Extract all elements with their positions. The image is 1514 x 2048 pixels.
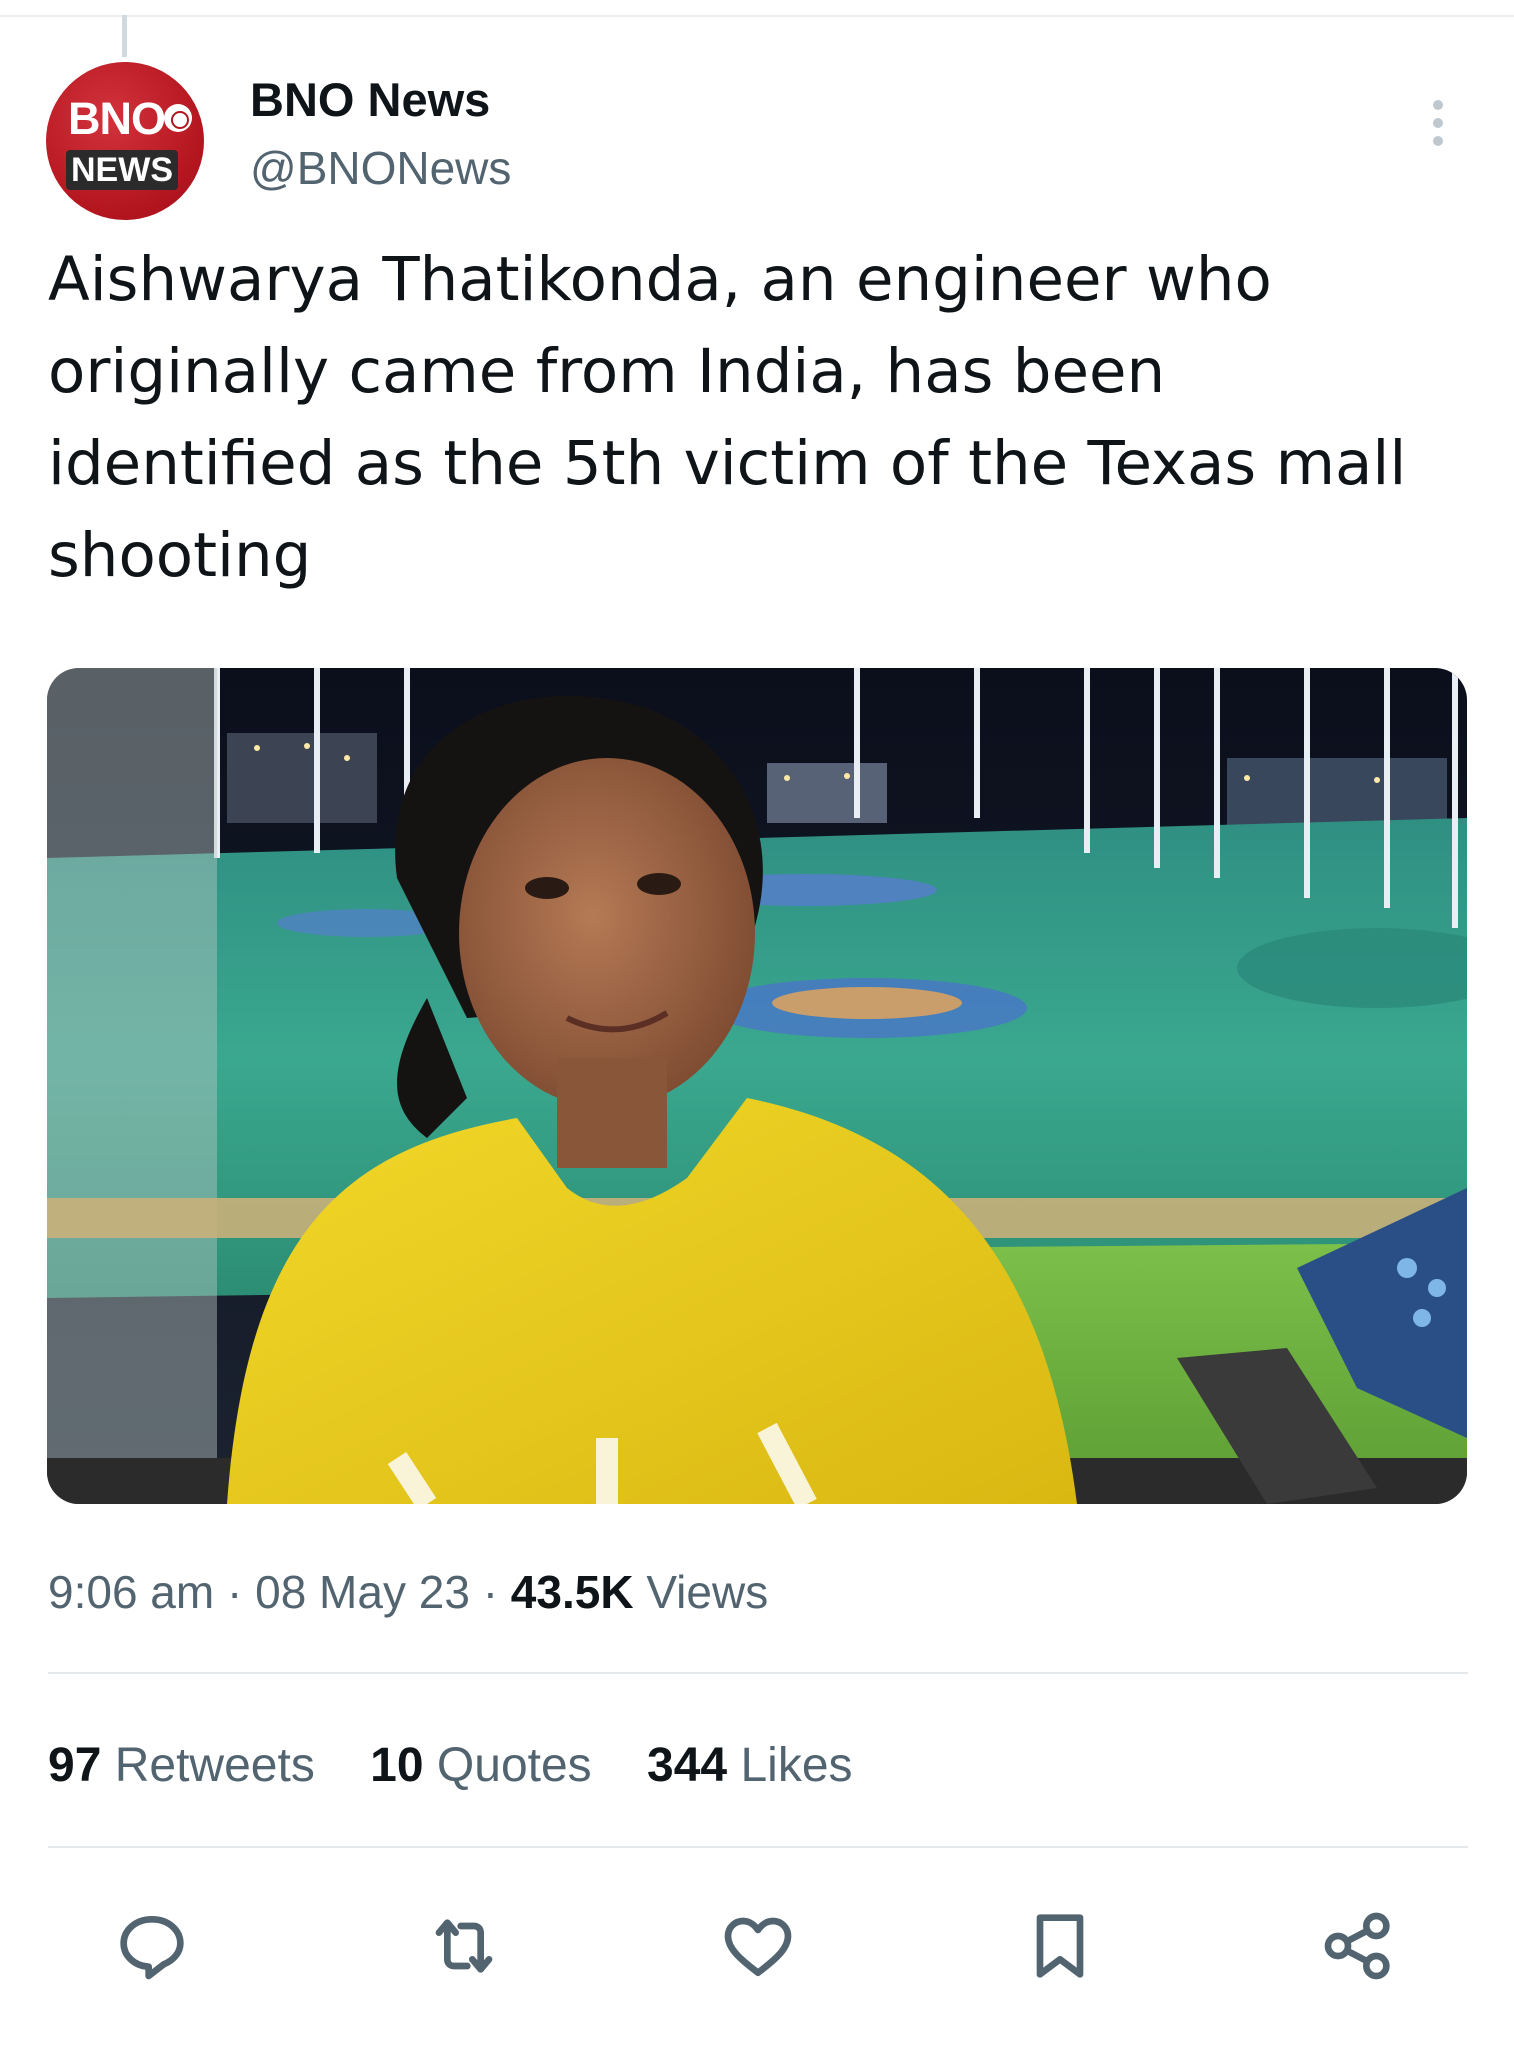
retweets-count: 97	[48, 1739, 102, 1792]
tweet-time[interactable]: 9:06 am	[48, 1566, 214, 1618]
retweets-stat[interactable]: 97 Retweets	[48, 1736, 315, 1796]
tweet-text-line: identified as the 5th victim of the Texa…	[48, 428, 1407, 499]
tweet-photo[interactable]	[47, 668, 1467, 1504]
engagement-stats: 97 Retweets 10 Quotes 344 Likes	[48, 1736, 895, 1796]
meta-separator: ·	[482, 1566, 499, 1618]
quotes-label: Quotes	[436, 1739, 592, 1792]
top-divider	[0, 15, 1514, 17]
tweet-text-line: Aishwarya Thatikonda, an engineer who	[48, 244, 1272, 315]
more-options-icon[interactable]	[1420, 96, 1456, 150]
tweet-text: Aishwarya Thatikonda, an engineer who or…	[48, 234, 1488, 602]
reply-icon	[120, 1916, 184, 1980]
thread-connector-line	[122, 15, 127, 57]
heart-icon	[724, 1917, 792, 1976]
divider	[48, 1846, 1468, 1848]
views-count: 43.5K	[510, 1566, 634, 1618]
avatar[interactable]: BNO NEWS	[46, 62, 204, 220]
tweet-text-line: shooting	[48, 520, 312, 591]
tweet-date[interactable]: 08 May 23	[255, 1566, 470, 1618]
divider	[48, 1672, 1468, 1674]
author-handle[interactable]: @BNONews	[250, 140, 511, 196]
photo-illustration	[47, 668, 1467, 1504]
retweet-icon	[435, 1919, 493, 1973]
bookmark-button[interactable]	[1020, 1906, 1100, 1986]
share-icon	[1324, 1912, 1390, 1980]
retweets-label: Retweets	[114, 1739, 315, 1792]
retweet-button[interactable]	[424, 1906, 504, 1986]
reply-button[interactable]	[112, 1906, 192, 1986]
avatar-logo-subtext: NEWS	[66, 150, 178, 190]
globe-icon	[164, 104, 192, 132]
tweet-text-line: originally came from India, has been	[48, 336, 1166, 407]
quotes-count: 10	[370, 1739, 424, 1792]
likes-count: 344	[647, 1739, 728, 1792]
likes-stat[interactable]: 344 Likes	[647, 1736, 853, 1796]
tweet-meta: 9:06 am · 08 May 23 · 43.5K Views	[48, 1562, 768, 1622]
share-button[interactable]	[1318, 1906, 1398, 1986]
quotes-stat[interactable]: 10 Quotes	[370, 1736, 592, 1796]
like-button[interactable]	[718, 1906, 798, 1986]
avatar-logo-text: BNO	[68, 93, 166, 144]
bookmark-icon	[1036, 1914, 1084, 1978]
author-display-name[interactable]: BNO News	[250, 72, 490, 128]
likes-label: Likes	[740, 1739, 853, 1792]
meta-separator: ·	[227, 1566, 243, 1618]
views-label: Views	[646, 1566, 769, 1618]
